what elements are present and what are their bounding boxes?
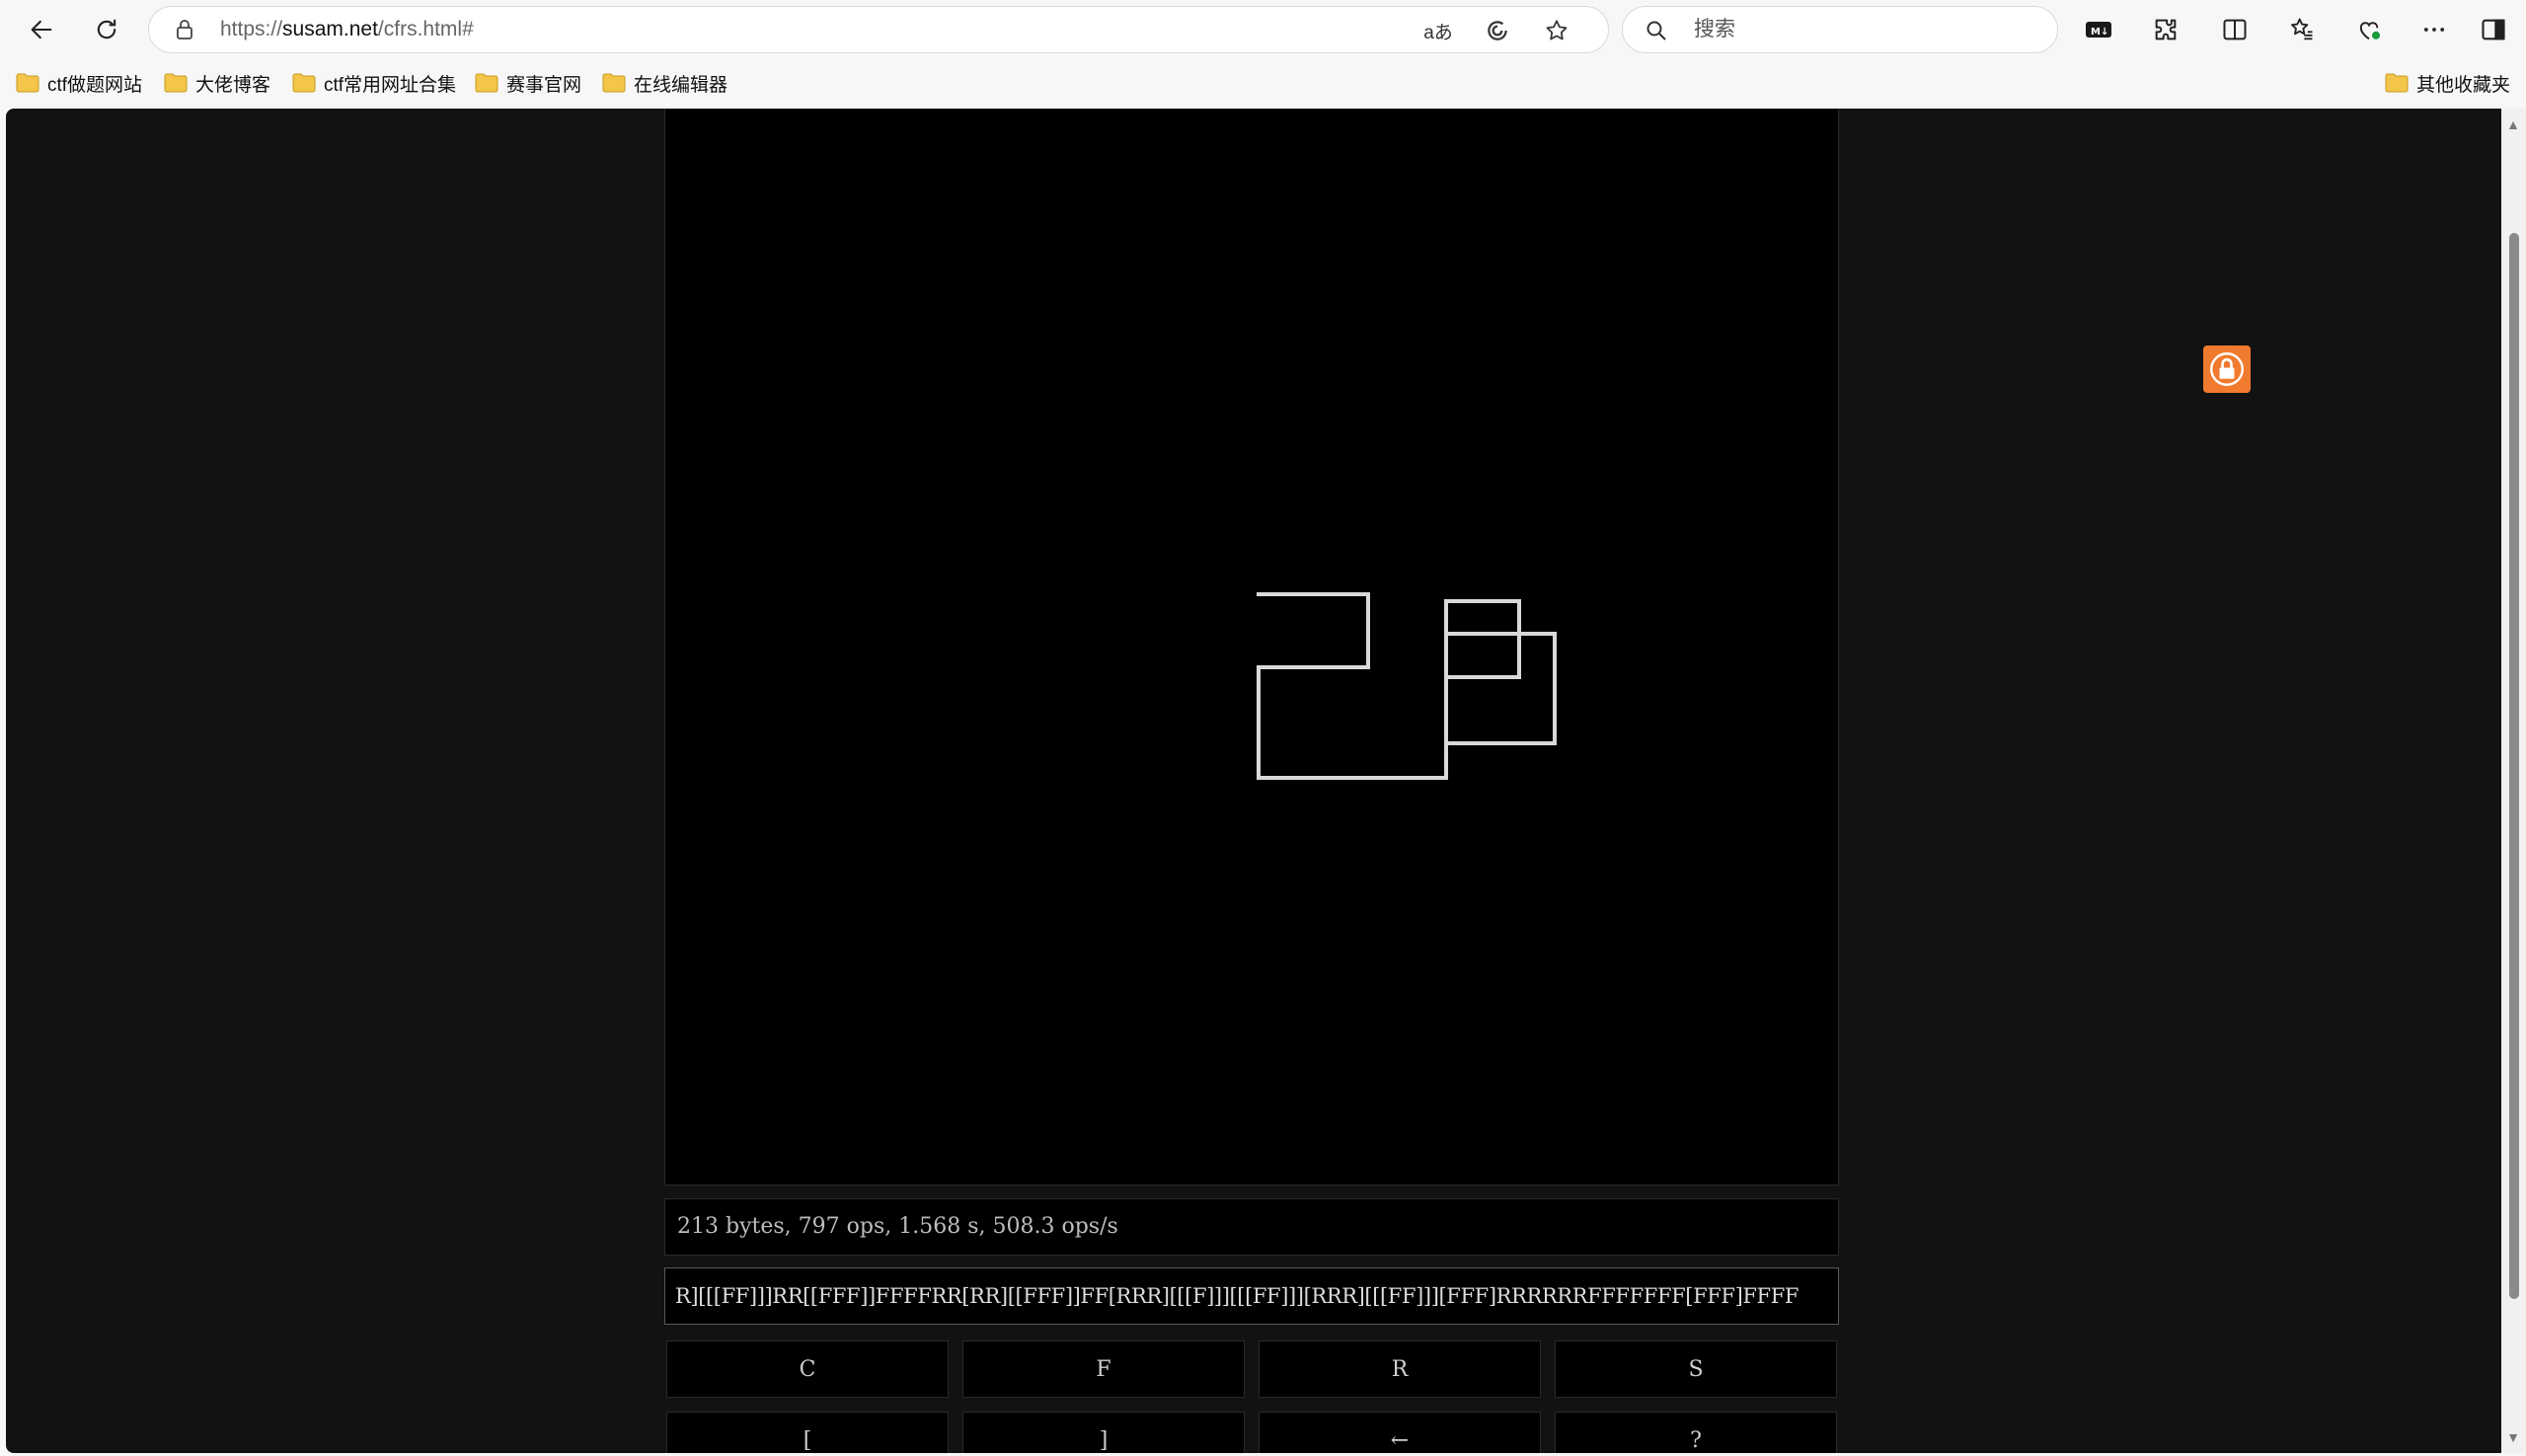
page-viewport: 213 bytes, 797 ops, 1.568 s, 508.3 ops/s… (6, 109, 2501, 1453)
bookmark-label: ctf做题网站 (47, 74, 143, 96)
bookmark-folder[interactable]: 大佬博客 (164, 67, 270, 99)
refresh-icon (97, 19, 116, 39)
read-aloud-icon[interactable]: aあ (1422, 15, 1454, 46)
extensions-puzzle-icon[interactable] (2144, 8, 2187, 51)
favorite-star-icon[interactable] (1541, 15, 1572, 46)
folder-icon (602, 73, 626, 93)
code-input[interactable]: R][[[FF]]]RR[[FFF]]FFFFRR[RR][[FFF]]FF[R… (664, 1267, 1839, 1325)
favorites-list-icon[interactable] (2280, 8, 2324, 51)
folder-icon (292, 73, 316, 93)
bookmark-folder[interactable]: ctf做题网站 (16, 67, 142, 99)
search-placeholder: 搜索 (1694, 18, 1735, 40)
folder-icon (475, 73, 498, 93)
drawing-path-right (1444, 599, 1557, 745)
bookmark-label: 赛事官网 (506, 74, 582, 96)
key-backspace-button[interactable]: ← (1259, 1412, 1541, 1453)
url-domain: susam.net (282, 18, 378, 40)
browser-toolbar: https://susam.net/cfrs.html# aあ 搜索 M↓ (0, 0, 2526, 59)
bookmark-folder[interactable]: ctf常用网址合集 (292, 67, 456, 99)
key-open-bracket-button[interactable]: [ (666, 1412, 949, 1453)
key-r-button[interactable]: R (1259, 1341, 1541, 1398)
back-button[interactable] (20, 8, 63, 51)
bookmarks-bar: ctf做题网站 大佬博客 ctf常用网址合集 赛事官网 在线编辑器 其他收藏夹 (0, 61, 2526, 105)
execution-status: 213 bytes, 797 ops, 1.568 s, 508.3 ops/s (664, 1198, 1839, 1256)
padlock-icon[interactable] (173, 18, 196, 41)
other-bookmarks-folder[interactable]: 其他收藏夹 (2385, 67, 2510, 99)
search-box[interactable]: 搜索 (1622, 6, 2058, 53)
browser-essentials-icon[interactable] (2347, 8, 2391, 51)
key-close-bracket-button[interactable]: ] (962, 1412, 1245, 1453)
drawing-path-left (1257, 592, 1448, 780)
bookmark-label: 大佬博客 (195, 74, 271, 96)
other-bookmarks-label: 其他收藏夹 (2416, 74, 2511, 96)
scroll-thumb[interactable] (2509, 233, 2519, 1299)
url-scheme: https:// (220, 18, 283, 40)
url-text[interactable]: https://susam.net/cfrs.html# (220, 7, 474, 52)
key-s-button[interactable]: S (1555, 1341, 1837, 1398)
refresh-button[interactable] (85, 8, 128, 51)
bookmark-label: ctf常用网址合集 (324, 74, 457, 96)
scroll-up-icon[interactable]: ▲ (2505, 116, 2521, 132)
key-c-button[interactable]: C (666, 1341, 949, 1398)
url-path: /cfrs.html# (377, 18, 474, 40)
more-options-icon[interactable] (2412, 8, 2456, 51)
bookmark-folder[interactable]: 在线编辑器 (602, 67, 727, 99)
bookmark-folder[interactable]: 赛事官网 (475, 67, 581, 99)
bookmark-label: 在线编辑器 (634, 74, 728, 96)
lock-extension-badge[interactable] (2203, 345, 2251, 393)
search-icon (1646, 21, 1666, 40)
markdown-extension-icon[interactable]: M↓ (2077, 8, 2120, 51)
folder-icon (16, 73, 39, 93)
edge-refresh-icon[interactable] (1482, 15, 1513, 46)
split-screen-icon[interactable] (2213, 8, 2257, 51)
folder-icon (2385, 73, 2409, 93)
address-bar[interactable]: https://susam.net/cfrs.html# aあ (148, 6, 1609, 53)
back-arrow-icon (31, 20, 52, 39)
drawing-canvas (664, 109, 1839, 1186)
page-scrollbar[interactable]: ▲ ▼ (2501, 109, 2526, 1453)
key-f-button[interactable]: F (962, 1341, 1245, 1398)
svg-text:M↓: M↓ (2091, 27, 2108, 38)
sidebar-toggle-icon[interactable] (2472, 8, 2515, 51)
key-help-button[interactable]: ? (1555, 1412, 1837, 1453)
turtle-drawing (1257, 592, 1557, 780)
scroll-down-icon[interactable]: ▼ (2505, 1429, 2521, 1445)
padlock-icon (2210, 352, 2244, 386)
folder-icon (164, 73, 188, 93)
